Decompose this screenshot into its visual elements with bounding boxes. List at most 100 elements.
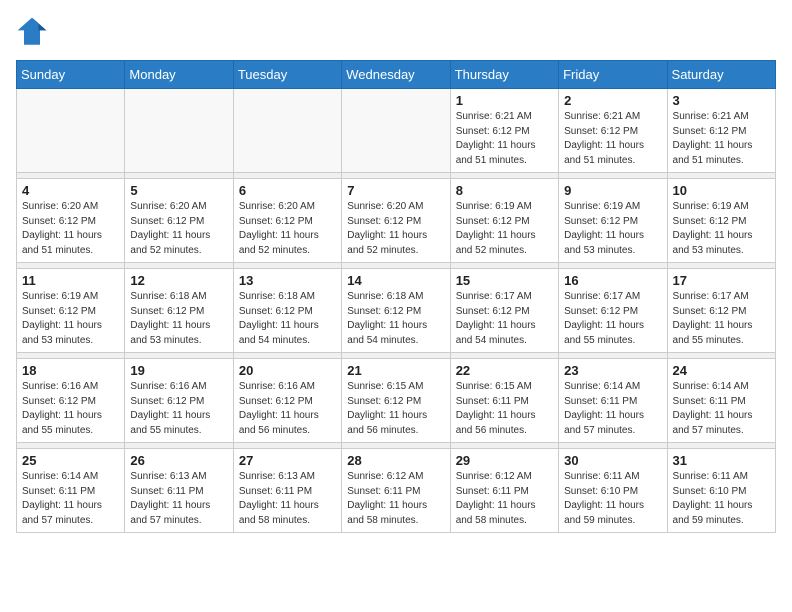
day-info: Sunrise: 6:21 AM Sunset: 6:12 PM Dayligh… — [673, 110, 770, 168]
day-info: Sunrise: 6:11 AM Sunset: 6:10 PM Dayligh… — [564, 470, 661, 528]
day-number: 3 — [673, 93, 770, 108]
calendar-week-2: 4 Sunrise: 6:20 AM Sunset: 6:12 PM Daylig… — [17, 179, 776, 263]
day-number: 19 — [130, 363, 227, 378]
day-info: Sunrise: 6:18 AM Sunset: 6:12 PM Dayligh… — [347, 290, 444, 348]
calendar-cell: 12 Sunrise: 6:18 AM Sunset: 6:12 PM Dayli… — [125, 269, 233, 353]
calendar-cell: 31Sunrise: 6:11 AM Sunset: 6:10 PM Dayli… — [667, 449, 775, 533]
calendar-cell: 24Sunrise: 6:14 AM Sunset: 6:11 PM Dayli… — [667, 359, 775, 443]
day-number: 24 — [673, 363, 770, 378]
calendar-cell: 14 Sunrise: 6:18 AM Sunset: 6:12 PM Dayli… — [342, 269, 450, 353]
day-info: Sunrise: 6:19 AM Sunset: 6:12 PM Dayligh… — [22, 290, 119, 348]
day-number: 29 — [456, 453, 553, 468]
calendar-cell — [233, 89, 341, 173]
day-number: 30 — [564, 453, 661, 468]
calendar-cell: 10 Sunrise: 6:19 AM Sunset: 6:12 PM Dayli… — [667, 179, 775, 263]
day-info: Sunrise: 6:18 AM Sunset: 6:12 PM Dayligh… — [130, 290, 227, 348]
calendar-cell — [342, 89, 450, 173]
calendar-cell: 6Sunrise: 6:20 AM Sunset: 6:12 PM Daylig… — [233, 179, 341, 263]
calendar-cell: 22 Sunrise: 6:15 AM Sunset: 6:11 PM Dayli… — [450, 359, 558, 443]
day-number: 20 — [239, 363, 336, 378]
day-info: Sunrise: 6:12 AM Sunset: 6:11 PM Dayligh… — [347, 470, 444, 528]
logo — [16, 16, 52, 48]
day-info: Sunrise: 6:16 AM Sunset: 6:12 PM Dayligh… — [130, 380, 227, 438]
calendar-cell: 30 Sunrise: 6:11 AM Sunset: 6:10 PM Dayli… — [559, 449, 667, 533]
day-info: Sunrise: 6:15 AM Sunset: 6:11 PM Dayligh… — [456, 380, 553, 438]
day-number: 1 — [456, 93, 553, 108]
day-number: 13 — [239, 273, 336, 288]
calendar-cell — [17, 89, 125, 173]
calendar-cell: 4 Sunrise: 6:20 AM Sunset: 6:12 PM Daylig… — [17, 179, 125, 263]
calendar-cell: 26Sunrise: 6:13 AM Sunset: 6:11 PM Dayli… — [125, 449, 233, 533]
calendar-week-4: 18 Sunrise: 6:16 AM Sunset: 6:12 PM Dayli… — [17, 359, 776, 443]
calendar-cell: 3 Sunrise: 6:21 AM Sunset: 6:12 PM Daylig… — [667, 89, 775, 173]
day-info: Sunrise: 6:16 AM Sunset: 6:12 PM Dayligh… — [22, 380, 119, 438]
day-info: Sunrise: 6:14 AM Sunset: 6:11 PM Dayligh… — [22, 470, 119, 528]
day-number: 10 — [673, 183, 770, 198]
day-info: Sunrise: 6:17 AM Sunset: 6:12 PM Dayligh… — [456, 290, 553, 348]
header-friday: Friday — [559, 61, 667, 89]
day-number: 14 — [347, 273, 444, 288]
calendar-header-row: SundayMondayTuesdayWednesdayThursdayFrid… — [17, 61, 776, 89]
day-number: 16 — [564, 273, 661, 288]
day-info: Sunrise: 6:20 AM Sunset: 6:12 PM Dayligh… — [239, 200, 336, 258]
day-number: 4 — [22, 183, 119, 198]
calendar-cell: 27 Sunrise: 6:13 AM Sunset: 6:11 PM Dayli… — [233, 449, 341, 533]
day-number: 5 — [130, 183, 227, 198]
day-info: Sunrise: 6:18 AM Sunset: 6:12 PM Dayligh… — [239, 290, 336, 348]
day-number: 22 — [456, 363, 553, 378]
header-wednesday: Wednesday — [342, 61, 450, 89]
day-info: Sunrise: 6:19 AM Sunset: 6:12 PM Dayligh… — [564, 200, 661, 258]
calendar-week-1: 1 Sunrise: 6:21 AM Sunset: 6:12 PM Daylig… — [17, 89, 776, 173]
day-number: 27 — [239, 453, 336, 468]
calendar-cell: 7 Sunrise: 6:20 AM Sunset: 6:12 PM Daylig… — [342, 179, 450, 263]
calendar-cell: 9 Sunrise: 6:19 AM Sunset: 6:12 PM Daylig… — [559, 179, 667, 263]
day-number: 9 — [564, 183, 661, 198]
calendar-cell: 13 Sunrise: 6:18 AM Sunset: 6:12 PM Dayli… — [233, 269, 341, 353]
day-info: Sunrise: 6:20 AM Sunset: 6:12 PM Dayligh… — [130, 200, 227, 258]
day-number: 17 — [673, 273, 770, 288]
day-number: 11 — [22, 273, 119, 288]
day-info: Sunrise: 6:19 AM Sunset: 6:12 PM Dayligh… — [673, 200, 770, 258]
calendar-cell: 28Sunrise: 6:12 AM Sunset: 6:11 PM Dayli… — [342, 449, 450, 533]
header-monday: Monday — [125, 61, 233, 89]
calendar-cell: 17Sunrise: 6:17 AM Sunset: 6:12 PM Dayli… — [667, 269, 775, 353]
day-number: 7 — [347, 183, 444, 198]
calendar-cell: 20Sunrise: 6:16 AM Sunset: 6:12 PM Dayli… — [233, 359, 341, 443]
day-number: 15 — [456, 273, 553, 288]
day-info: Sunrise: 6:21 AM Sunset: 6:12 PM Dayligh… — [564, 110, 661, 168]
calendar-cell: 23Sunrise: 6:14 AM Sunset: 6:11 PM Dayli… — [559, 359, 667, 443]
day-info: Sunrise: 6:19 AM Sunset: 6:12 PM Dayligh… — [456, 200, 553, 258]
day-info: Sunrise: 6:20 AM Sunset: 6:12 PM Dayligh… — [347, 200, 444, 258]
header-thursday: Thursday — [450, 61, 558, 89]
day-info: Sunrise: 6:13 AM Sunset: 6:11 PM Dayligh… — [239, 470, 336, 528]
calendar-cell: 18 Sunrise: 6:16 AM Sunset: 6:12 PM Dayli… — [17, 359, 125, 443]
day-info: Sunrise: 6:15 AM Sunset: 6:12 PM Dayligh… — [347, 380, 444, 438]
day-number: 25 — [22, 453, 119, 468]
calendar-cell: 11 Sunrise: 6:19 AM Sunset: 6:12 PM Dayli… — [17, 269, 125, 353]
calendar-cell: 19 Sunrise: 6:16 AM Sunset: 6:12 PM Dayli… — [125, 359, 233, 443]
calendar-cell: 2 Sunrise: 6:21 AM Sunset: 6:12 PM Daylig… — [559, 89, 667, 173]
day-number: 21 — [347, 363, 444, 378]
page-header — [16, 16, 776, 48]
day-info: Sunrise: 6:11 AM Sunset: 6:10 PM Dayligh… — [673, 470, 770, 528]
header-sunday: Sunday — [17, 61, 125, 89]
day-info: Sunrise: 6:12 AM Sunset: 6:11 PM Dayligh… — [456, 470, 553, 528]
day-number: 8 — [456, 183, 553, 198]
day-number: 12 — [130, 273, 227, 288]
day-info: Sunrise: 6:21 AM Sunset: 6:12 PM Dayligh… — [456, 110, 553, 168]
day-info: Sunrise: 6:20 AM Sunset: 6:12 PM Dayligh… — [22, 200, 119, 258]
day-number: 18 — [22, 363, 119, 378]
calendar-cell: 25 Sunrise: 6:14 AM Sunset: 6:11 PM Dayli… — [17, 449, 125, 533]
calendar-cell: 21 Sunrise: 6:15 AM Sunset: 6:12 PM Dayli… — [342, 359, 450, 443]
calendar-cell: 15 Sunrise: 6:17 AM Sunset: 6:12 PM Dayli… — [450, 269, 558, 353]
calendar: SundayMondayTuesdayWednesdayThursdayFrid… — [16, 60, 776, 533]
header-tuesday: Tuesday — [233, 61, 341, 89]
day-number: 26 — [130, 453, 227, 468]
calendar-week-3: 11 Sunrise: 6:19 AM Sunset: 6:12 PM Dayli… — [17, 269, 776, 353]
day-number: 2 — [564, 93, 661, 108]
calendar-week-5: 25 Sunrise: 6:14 AM Sunset: 6:11 PM Dayli… — [17, 449, 776, 533]
day-info: Sunrise: 6:17 AM Sunset: 6:12 PM Dayligh… — [564, 290, 661, 348]
day-info: Sunrise: 6:14 AM Sunset: 6:11 PM Dayligh… — [564, 380, 661, 438]
calendar-cell: 8 Sunrise: 6:19 AM Sunset: 6:12 PM Daylig… — [450, 179, 558, 263]
calendar-cell: 5 Sunrise: 6:20 AM Sunset: 6:12 PM Daylig… — [125, 179, 233, 263]
